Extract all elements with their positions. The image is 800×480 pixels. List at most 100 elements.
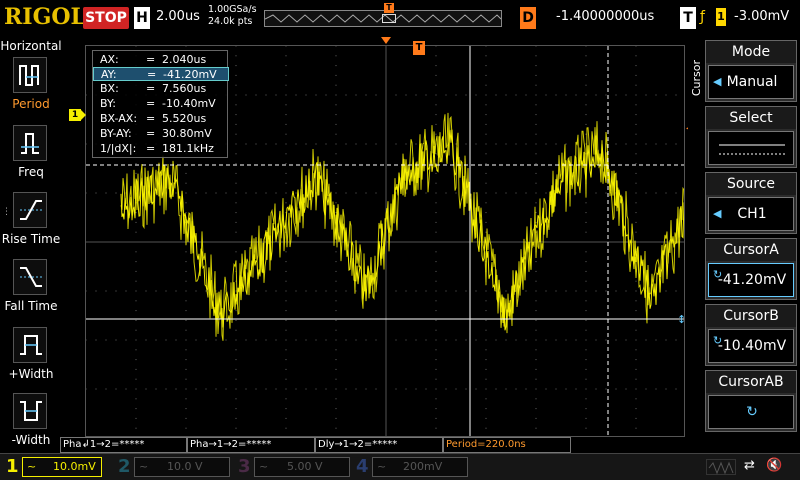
delay-measure[interactable]: Dly→1→2=***** <box>315 437 443 453</box>
ch1-offset-marker[interactable]: 1 <box>69 109 86 121</box>
cursor-ab-softkey[interactable]: CursorAB ↻ <box>705 370 797 432</box>
cursor-row-value: 2.040us <box>162 53 207 66</box>
memory-view-window <box>382 14 396 23</box>
cursor-row-label: BY: <box>100 97 116 110</box>
measure-rise-time-label: Rise Time <box>1 232 61 246</box>
trigger-label: T <box>680 7 696 29</box>
knob-icon: ↻ <box>746 404 758 420</box>
cursor-row-label: BY-AY: <box>100 127 132 140</box>
trigger-source: 1 <box>716 8 726 26</box>
sound-muted-icon[interactable]: 🔇 <box>766 458 782 473</box>
measure-freq[interactable]: Freq <box>0 125 62 191</box>
softkey-value-box: ↻ <box>708 395 794 429</box>
cursor-row-label: AY: <box>101 68 117 81</box>
horizontal-label: H <box>134 7 150 29</box>
measure-menu-title: Horizontal <box>0 39 62 53</box>
ac-coupling-icon: ~ <box>139 460 149 473</box>
ch1-number[interactable]: 1 <box>6 456 19 477</box>
cursor-source-softkey[interactable]: Source ◀ CH1 <box>705 172 797 234</box>
period-icon <box>13 57 47 93</box>
measure-minus-width-label: -Width <box>11 433 51 447</box>
softkey-value-box: ◀ Manual <box>708 65 794 99</box>
ch2-number[interactable]: 2 <box>118 456 131 477</box>
ch4-status-box[interactable]: ~ 200mV <box>372 457 468 477</box>
ch3-status-box[interactable]: ~ 5.00 V <box>254 457 350 477</box>
cursor-row-label: BX-AX: <box>100 112 138 125</box>
softkey-value: -41.20mV <box>717 272 787 288</box>
softkey-value-box: ↻ -41.20mV <box>708 263 794 297</box>
brand-logo: RIGOL <box>4 4 86 30</box>
softkey-value-box: ◀ CH1 <box>708 197 794 231</box>
cursor-row-eq: = <box>146 97 156 110</box>
cursor-position-icon: ↕ <box>677 313 687 326</box>
ch3-number[interactable]: 3 <box>238 456 251 477</box>
softkey-title: Mode <box>706 41 796 63</box>
delay-label: D <box>520 7 536 29</box>
softkey-value-box <box>708 131 794 165</box>
ch2-status-box[interactable]: ~ 10.0 V <box>134 457 230 477</box>
ch1-scale: 10.0mV <box>53 460 96 473</box>
cursor-b-softkey[interactable]: CursorB ↻ -10.40mV <box>705 304 797 366</box>
cursor-mode-softkey[interactable]: Mode ◀ Manual <box>705 40 797 102</box>
period-measure[interactable]: Period=220.0ns <box>443 437 571 453</box>
ch1-status-box[interactable]: ~ 10.0mV <box>22 457 102 477</box>
phase-measure-2[interactable]: Pha→1→2=***** <box>187 437 315 453</box>
softkey-title: CursorA <box>706 239 796 261</box>
fall-time-icon <box>13 259 47 295</box>
trigger-marker[interactable]: T <box>413 41 425 55</box>
memory-depth: 24.0k pts <box>208 16 253 27</box>
cursor-row-eq: = <box>146 53 156 66</box>
timebase-value[interactable]: 2.00us <box>156 9 200 24</box>
usb-icon: ⇄ <box>744 458 755 473</box>
cursor-row-value: 30.80mV <box>162 127 212 140</box>
sample-rate: 1.00GSa/s <box>208 4 257 15</box>
freq-icon <box>13 125 47 161</box>
sample-info: 1.00GSa/s 24.0k pts <box>208 4 257 28</box>
measure-freq-label: Freq <box>18 165 44 179</box>
cursor-row-eq: = <box>146 127 156 140</box>
cursor-menu-title: Cursor <box>690 60 703 97</box>
measure-minus-width[interactable]: -Width <box>0 393 62 459</box>
cursor-row-value: -41.20mV <box>163 68 217 81</box>
submenu-dots-icon: ⋮ <box>2 207 11 217</box>
ch4-number[interactable]: 4 <box>356 456 369 477</box>
cursor-row-value: 5.520us <box>162 112 207 125</box>
delay-value[interactable]: -1.40000000us <box>556 9 654 24</box>
measure-menu: Horizontal Period Freq ⋮ Rise Time Fall … <box>0 37 62 453</box>
ac-coupling-icon: ~ <box>27 460 37 473</box>
cursor-a-softkey[interactable]: CursorA ↻ -41.20mV <box>705 238 797 300</box>
softkey-title: CursorB <box>706 305 796 327</box>
run-stop-badge[interactable]: STOP <box>83 7 129 29</box>
minus-width-icon <box>13 393 47 429</box>
cursor-row-eq: = <box>147 68 157 81</box>
cursor-row-label: AX: <box>100 53 119 66</box>
cursor-row-label: BX: <box>100 82 119 95</box>
ch2-scale: 10.0 V <box>167 460 203 473</box>
ch4-scale: 200mV <box>403 460 443 473</box>
ac-coupling-icon: ~ <box>259 460 269 473</box>
cursor-readout-table: AX: = 2.040us AY: = -41.20mV BX: = 7.560… <box>92 50 229 158</box>
memory-trigger-marker: T <box>384 3 394 13</box>
measure-fall-time[interactable]: Fall Time <box>0 259 62 325</box>
measure-plus-width[interactable]: +Width <box>0 327 62 393</box>
cursor-row-value: 181.1kHz <box>162 142 214 155</box>
cursor-row-ax: AX: = 2.040us <box>93 53 229 67</box>
ch3-scale: 5.00 V <box>287 460 323 473</box>
cursor-row-eq: = <box>146 142 156 155</box>
cursor-row-value: 7.560us <box>162 82 207 95</box>
measure-rise-time[interactable]: ⋮ Rise Time <box>0 192 62 258</box>
measure-period[interactable]: Period <box>0 57 62 123</box>
cursor-row-label: 1/|dX|: <box>100 142 137 155</box>
top-status-bar: RIGOL STOP H 2.00us 1.00GSa/s 24.0k pts … <box>0 0 800 37</box>
softkey-title: CursorAB <box>706 371 796 393</box>
cursor-row-ay: AY: = -41.20mV <box>93 67 229 81</box>
trigger-position-arrow <box>381 37 391 44</box>
phase-measure-1[interactable]: Pha↲1→2=***** <box>60 437 187 453</box>
trigger-level-value[interactable]: -3.00mV <box>734 9 789 24</box>
measure-plus-width-label: +Width <box>8 367 54 381</box>
rise-time-icon <box>13 192 47 228</box>
plus-width-icon <box>13 327 47 363</box>
cursor-row-bx: BX: = 7.560us <box>93 82 229 96</box>
softkey-value: CH1 <box>737 206 767 222</box>
cursor-select-softkey[interactable]: Select <box>705 106 797 168</box>
